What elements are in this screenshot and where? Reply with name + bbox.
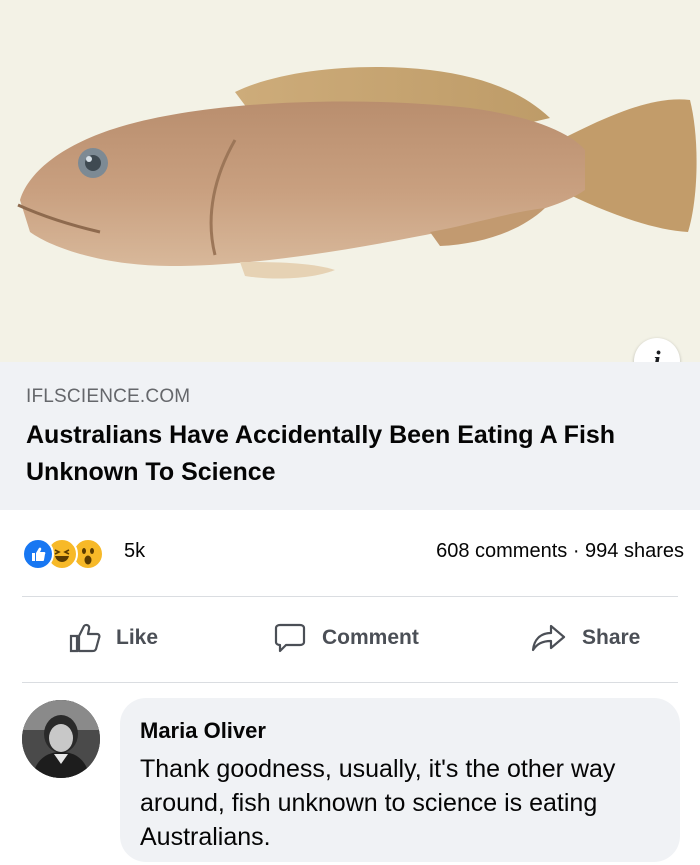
fish-illustration [17, 66, 697, 279]
post-stats: 5k 608 comments · 994 shares [0, 520, 700, 586]
share-icon [531, 624, 566, 652]
avatar[interactable] [22, 700, 100, 778]
comments-shares-count[interactable]: 608 comments · 994 shares [436, 540, 684, 563]
divider [22, 682, 678, 683]
comment-author[interactable]: Maria Oliver [140, 718, 266, 744]
comment-text: Thank goodness, usually, it's the other … [140, 755, 616, 851]
comment-button[interactable]: Comment [272, 622, 419, 654]
link-domain: IFLSCIENCE.COM [26, 386, 191, 407]
share-button[interactable]: Share [530, 622, 640, 654]
divider [22, 596, 678, 597]
link-preview-caption[interactable]: IFLSCIENCE.COM Australians Have Accident… [0, 362, 700, 510]
like-button[interactable]: Like [68, 622, 158, 654]
share-label: Share [582, 626, 641, 649]
comment-bubble: Maria Oliver Thank goodness, usually, it… [120, 698, 680, 862]
reaction-count[interactable]: 5k [124, 540, 145, 563]
comment-label: Comment [322, 626, 419, 649]
link-preview-image[interactable]: i [0, 0, 700, 384]
link-headline[interactable]: Australians Have Accidentally Been Eatin… [26, 417, 666, 491]
reactions-summary[interactable] [22, 538, 132, 570]
comment: Maria Oliver Thank goodness, usually, it… [0, 692, 700, 865]
post-actions: Like Comment Share [0, 600, 700, 678]
comment-icon [274, 623, 306, 653]
like-label: Like [116, 626, 159, 649]
like-icon [22, 538, 54, 570]
thumbs-up-icon [69, 623, 101, 653]
